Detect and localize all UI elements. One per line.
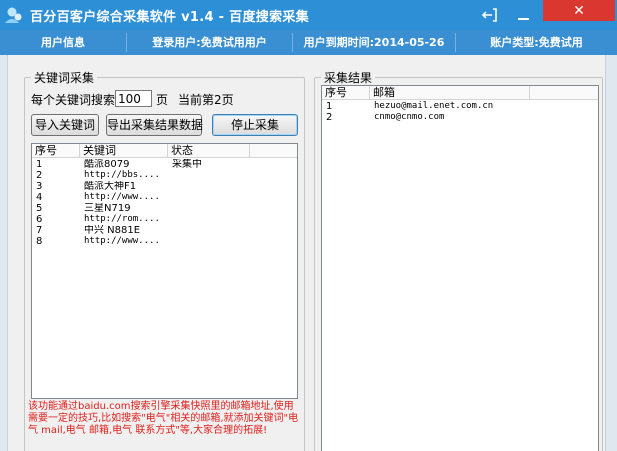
row-keyword: 酷派8079 xyxy=(84,159,130,170)
table-row[interactable]: 6 http://rom.... xyxy=(32,214,297,225)
row-email: cnmo@cnmo.com xyxy=(374,112,445,122)
row-keyword: http://www.... xyxy=(84,236,160,246)
row-keyword: 三星N719 xyxy=(84,203,131,214)
results-list-header: 序号 邮箱 xyxy=(322,86,598,100)
keyword-rows: 1 酷派8079 采集中 2 http://bbs.... 3 酷派大神F1 4 http://… xyxy=(32,159,297,247)
window-border-right xyxy=(605,55,617,451)
row-keyword: 中兴 N881E xyxy=(84,225,141,236)
row-keyword: http://bbs.... xyxy=(84,170,160,180)
row-number: 8 xyxy=(36,236,43,247)
table-row[interactable]: 4 http://www.... xyxy=(32,192,297,203)
row-email: hezuo@mail.enet.com.cn xyxy=(374,101,494,111)
app-logo-icon xyxy=(5,7,22,23)
login-user-label: 登录用户:免费试用用户 xyxy=(152,36,267,49)
table-row[interactable]: 8 http://www.... xyxy=(32,236,297,247)
table-row[interactable]: 2 cnmo@cnmo.com xyxy=(322,112,598,123)
row-number: 3 xyxy=(36,181,43,192)
row-number: 6 xyxy=(36,214,43,225)
minimize-icon xyxy=(517,18,529,20)
results-list[interactable]: 序号 邮箱 1 hezuo@mail.enet.com.cn 2 cnmo@cnmo.… xyxy=(321,85,599,451)
expire-date-label: 用户到期时间:2014-05-26 xyxy=(303,36,445,49)
column-header-no[interactable]: 序号 xyxy=(322,86,370,100)
account-type-label: 账户类型:免费试用 xyxy=(490,36,583,49)
row-number: 1 xyxy=(36,159,43,170)
table-row[interactable]: 2 http://bbs.... xyxy=(32,170,297,181)
row-number: 2 xyxy=(326,112,333,123)
keyword-group-legend: 关键词采集 xyxy=(34,71,95,85)
current-page-label: 当前第2页 xyxy=(178,93,234,107)
row-number: 7 xyxy=(36,225,43,236)
close-icon: ✕ xyxy=(573,2,585,19)
results-group-legend: 采集结果 xyxy=(324,71,373,85)
row-keyword: 酷派大神F1 xyxy=(84,181,137,192)
stop-collecting-button[interactable]: 停止采集 xyxy=(212,114,298,136)
column-header-keyword[interactable]: 关键词 xyxy=(80,144,168,158)
pages-per-keyword-input[interactable] xyxy=(115,90,152,107)
minimize-button[interactable] xyxy=(508,2,538,28)
window-title: 百分百客户综合采集软件 v1.4 - 百度搜索采集 xyxy=(30,10,309,25)
user-info-label: 用户信息 xyxy=(41,36,85,49)
import-keywords-button[interactable]: 导入关键词 xyxy=(31,114,99,136)
exit-icon xyxy=(482,8,497,22)
row-number: 2 xyxy=(36,170,43,181)
result-rows: 1 hezuo@mail.enet.com.cn 2 cnmo@cnmo.com xyxy=(322,101,598,123)
row-keyword: http://www.... xyxy=(84,192,160,202)
keyword-list-header: 序号 关键词 状态 xyxy=(32,144,297,158)
table-row[interactable]: 1 hezuo@mail.enet.com.cn xyxy=(322,101,598,112)
row-number: 5 xyxy=(36,203,43,214)
account-info-bar: 用户信息 登录用户:免费试用用户 用户到期时间:2014-05-26 账户类型:… xyxy=(0,30,617,55)
column-header-no[interactable]: 序号 xyxy=(32,144,80,158)
table-row[interactable]: 3 酷派大神F1 xyxy=(32,181,297,192)
row-keyword: http://rom.... xyxy=(84,214,160,224)
export-results-button[interactable]: 导出采集结果数据 xyxy=(106,114,203,136)
table-row[interactable]: 7 中兴 N881E xyxy=(32,225,297,236)
title-bar: 百分百客户综合采集软件 v1.4 - 百度搜索采集 ✕ xyxy=(0,0,617,30)
keyword-list[interactable]: 序号 关键词 状态 1 酷派8079 采集中 2 http://bbs.... 3 酷派大神… xyxy=(31,143,298,399)
row-number: 1 xyxy=(326,101,333,112)
table-row[interactable]: 5 三星N719 xyxy=(32,203,297,214)
table-row[interactable]: 1 酷派8079 采集中 xyxy=(32,159,297,170)
row-status: 采集中 xyxy=(172,159,202,170)
window-border-left xyxy=(0,55,8,451)
usage-notice: 该功能通过baidu.com搜索引擎采集快照里的邮箱地址,使用需要一定的技巧,比… xyxy=(28,401,299,436)
column-header-status[interactable]: 状态 xyxy=(168,144,250,158)
per-keyword-label: 每个关键词搜索: xyxy=(31,93,120,107)
column-header-email[interactable]: 邮箱 xyxy=(370,86,530,100)
pages-unit-label: 页 xyxy=(156,93,169,107)
row-number: 4 xyxy=(36,192,43,203)
close-button[interactable]: ✕ xyxy=(543,0,615,21)
exit-button[interactable] xyxy=(474,2,506,28)
